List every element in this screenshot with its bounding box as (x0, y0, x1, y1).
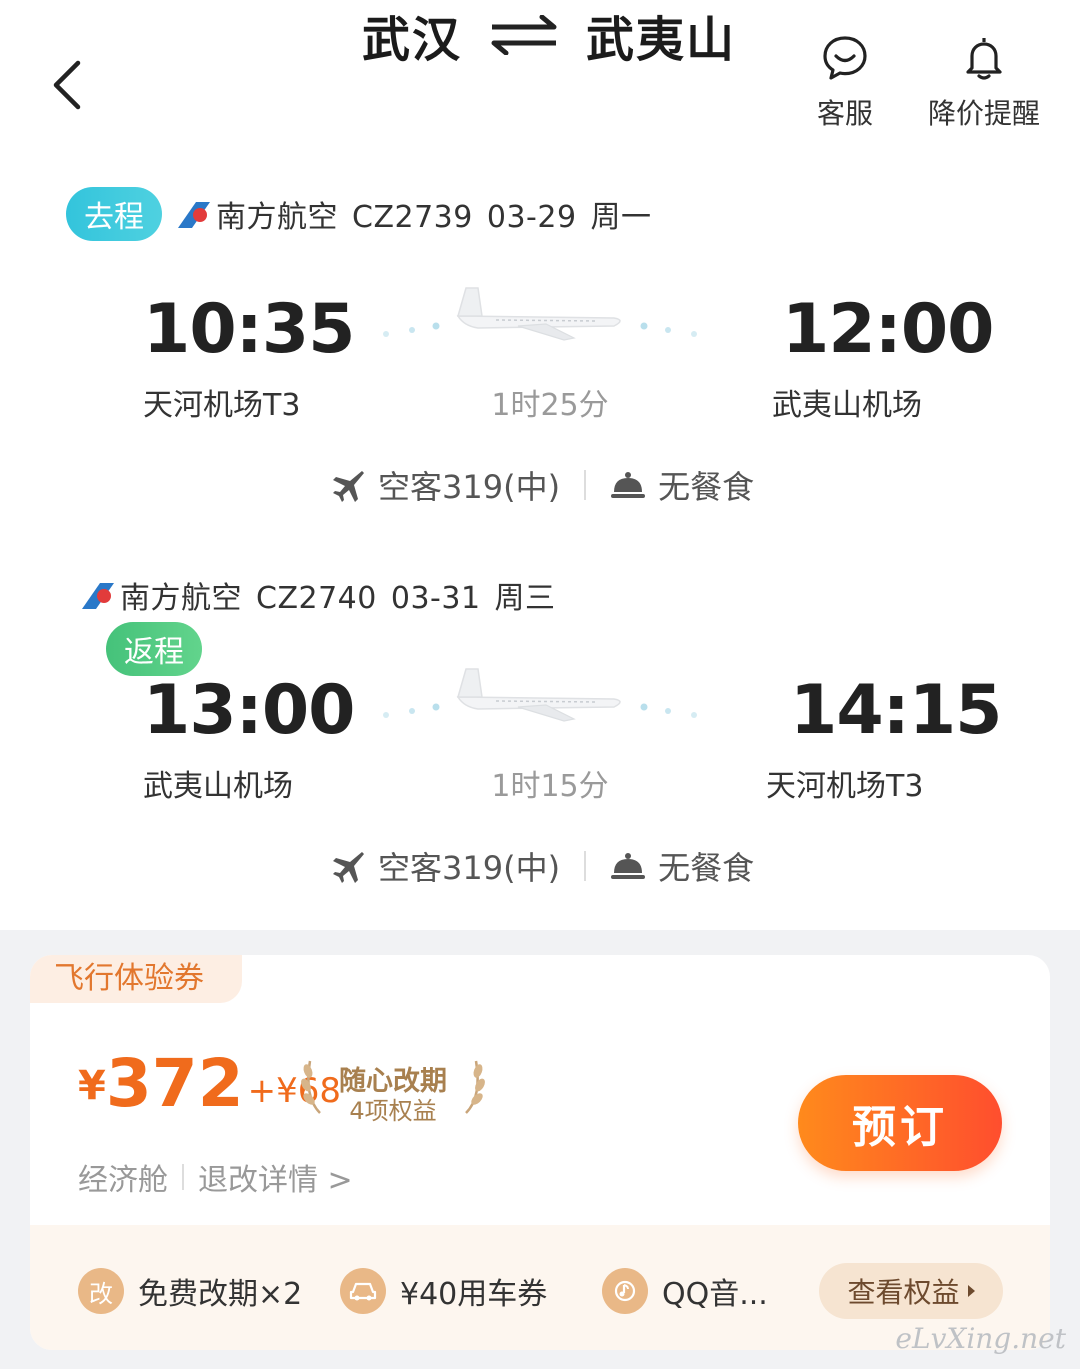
china-southern-logo-icon (178, 202, 210, 228)
change-icon: 改 (78, 1268, 124, 1314)
return-extra-info: 空客319(中) 无餐食 (330, 843, 754, 889)
cabin-info: 经济舱 退改详情 > (78, 1155, 353, 1199)
refund-details-link[interactable]: 退改详情 > (198, 1155, 353, 1199)
route-title: 武汉 武夷山 (362, 0, 736, 70)
return-aircraft: 空客319(中) (378, 849, 561, 887)
meal-cloche-icon (611, 472, 646, 498)
offer-card[interactable]: 飞行体验券 ¥ 372 +¥68 随心改期 4项权益 经济舱 退改详情 > 预订… (30, 955, 1050, 1350)
return-flight-number: CZ2740 (256, 581, 377, 616)
price-alert-button[interactable]: 降价提醒 (922, 34, 1046, 132)
benefit-qq-music: QQ音... (602, 1268, 768, 1314)
outbound-departure-airport: 天河机场T3 (143, 388, 301, 423)
back-arrow-icon[interactable] (40, 55, 100, 115)
return-airline: 南方航空 (120, 581, 242, 616)
outbound-departure-time: 10:35 (143, 290, 355, 369)
from-city: 武汉 (362, 12, 463, 68)
china-southern-logo-icon (82, 583, 114, 609)
divider (584, 851, 587, 881)
divider (584, 470, 587, 500)
benefit-label: ¥40用车券 (400, 1277, 548, 1312)
caret-right-icon (967, 1285, 975, 1297)
swap-arrows-icon[interactable] (488, 15, 560, 55)
cabin-class: 经济舱 (78, 1163, 168, 1198)
return-duration: 1时15分 (491, 769, 609, 804)
outbound-airline: 南方航空 (216, 200, 338, 235)
outbound-tag: 去程 (66, 187, 162, 241)
return-tag: 返程 (106, 622, 202, 676)
benefit-car-coupon: ¥40用车券 (340, 1268, 547, 1314)
outbound-duration: 1时25分 (491, 388, 609, 423)
outbound-flight-number: CZ2739 (352, 200, 473, 235)
airplane-icon (333, 471, 364, 502)
outbound-arrival-time: 12:00 (782, 290, 994, 369)
perk-subtitle: 4项权益 (349, 1097, 437, 1125)
outbound-weekday: 周一 (590, 200, 652, 235)
price-alert-label: 降价提醒 (927, 97, 1040, 130)
meal-cloche-icon (611, 853, 646, 879)
view-benefits-label: 查看权益 (847, 1276, 960, 1309)
return-meal: 无餐食 (658, 849, 755, 887)
to-city: 武夷山 (586, 12, 737, 68)
top-bar: 武汉 武夷山 客服 降价提醒 (0, 0, 1080, 170)
benefit-free-change: 改 免费改期×2 (78, 1268, 302, 1314)
outbound-aircraft: 空客319(中) (378, 468, 561, 506)
price-amount: 372 (105, 1045, 244, 1122)
outbound-extra-info: 空客319(中) 无餐食 (330, 462, 754, 508)
watermark: eLvXing.net (895, 1322, 1066, 1355)
return-header: 返程 南方航空 CZ2740 03-31 周三 (66, 567, 570, 676)
outbound-header: 去程 南方航空 CZ2739 03-29 周一 (66, 186, 666, 242)
return-flight-info: 南方航空 CZ2740 03-31 周三 (120, 573, 570, 617)
benefit-label: 免费改期×2 (138, 1277, 303, 1312)
laurel-right-icon (465, 1060, 485, 1114)
return-weekday: 周三 (494, 581, 556, 616)
music-icon (602, 1268, 648, 1314)
plane-icon (378, 282, 702, 352)
outbound-meal: 无餐食 (658, 468, 755, 506)
perk-badge[interactable]: 随心改期 4项权益 (300, 1053, 486, 1125)
divider (182, 1164, 184, 1190)
airplane-icon (333, 852, 364, 883)
customer-service-label: 客服 (816, 97, 873, 130)
outbound-arrival-airport: 武夷山机场 (772, 388, 922, 423)
return-arrival-airport: 天河机场T3 (766, 769, 924, 804)
benefit-label: QQ音... (662, 1277, 768, 1312)
currency-symbol: ¥ (78, 1063, 106, 1109)
outbound-flight-info: 南方航空 CZ2739 03-29 周一 (216, 192, 666, 236)
return-arrival-time: 14:15 (790, 671, 1002, 750)
bell-icon (966, 38, 1002, 80)
return-departure-airport: 武夷山机场 (143, 769, 293, 804)
book-button[interactable]: 预订 (798, 1075, 1002, 1171)
offer-tag: 飞行体验券 (30, 955, 242, 1003)
plane-icon (378, 663, 702, 733)
car-icon (340, 1268, 386, 1314)
chat-bubble-icon (823, 36, 867, 80)
view-benefits-button[interactable]: 查看权益 (819, 1263, 1003, 1319)
return-date: 03-31 (390, 581, 481, 616)
outbound-date: 03-29 (486, 200, 577, 235)
return-departure-time: 13:00 (143, 671, 355, 750)
customer-service-button[interactable]: 客服 (810, 34, 880, 132)
